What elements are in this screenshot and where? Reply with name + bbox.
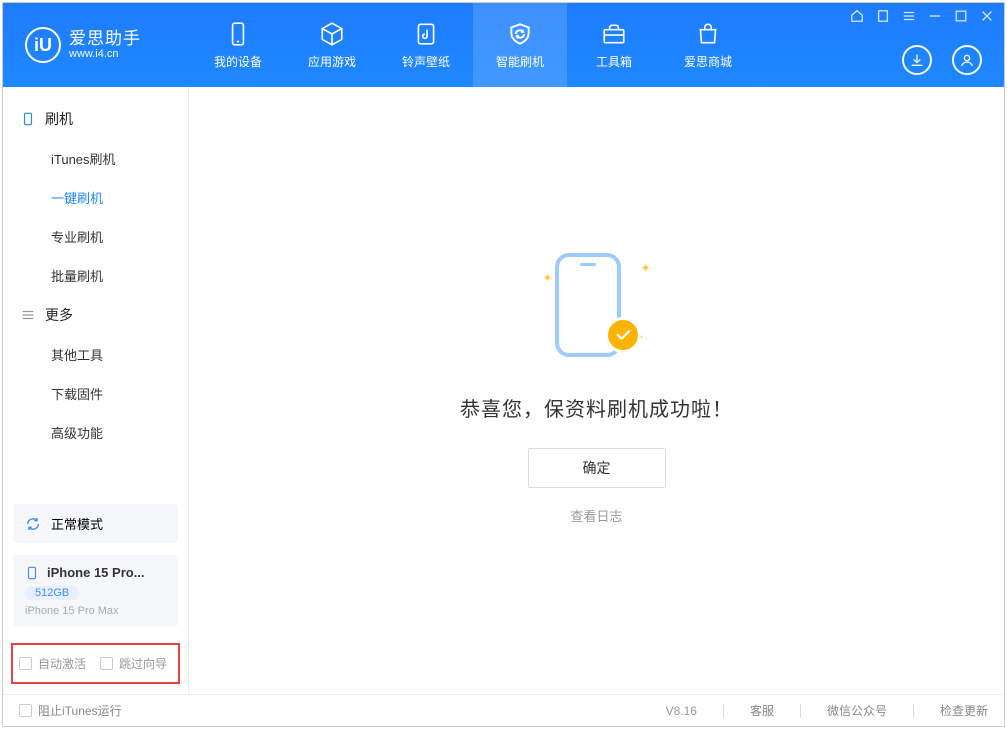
sidebar-section-more: 更多 其他工具 下载固件 高级功能 bbox=[3, 295, 188, 452]
nav-store[interactable]: 爱思商城 bbox=[661, 3, 755, 87]
app-url: www.i4.cn bbox=[69, 48, 141, 60]
checkbox-skip-wizard[interactable]: 跳过向导 bbox=[100, 655, 167, 672]
maximize-icon[interactable] bbox=[954, 9, 968, 23]
device-mode-card[interactable]: 正常模式 bbox=[13, 504, 178, 543]
wechat-link[interactable]: 微信公众号 bbox=[827, 702, 887, 719]
nav-my-device[interactable]: 我的设备 bbox=[191, 3, 285, 87]
toolbox-icon bbox=[601, 21, 627, 47]
sidebar-item-batch-flash[interactable]: 批量刷机 bbox=[3, 256, 188, 295]
device-card[interactable]: iPhone 15 Pro... 512GB iPhone 15 Pro Max bbox=[13, 555, 178, 627]
success-check-icon bbox=[605, 317, 641, 353]
header-tools bbox=[902, 45, 982, 75]
nav-ringtones-wallpapers[interactable]: 铃声壁纸 bbox=[379, 3, 473, 87]
device-icon bbox=[21, 112, 35, 126]
sidebar-head-flash[interactable]: 刷机 bbox=[3, 99, 188, 139]
status-title: 恭喜您，保资料刷机成功啦！ bbox=[460, 393, 733, 422]
app-name: 爱思助手 bbox=[69, 30, 141, 49]
sparkle-icon: ✦ bbox=[640, 261, 650, 275]
sidebar-item-other-tools[interactable]: 其他工具 bbox=[3, 335, 188, 374]
phone-icon bbox=[225, 21, 251, 47]
logo: iU 爱思助手 www.i4.cn bbox=[3, 3, 191, 87]
cube-icon bbox=[319, 21, 345, 47]
sidebar: 刷机 iTunes刷机 一键刷机 专业刷机 批量刷机 更多 其他工具 下载固件 … bbox=[3, 87, 189, 694]
nav-toolbox[interactable]: 工具箱 bbox=[567, 3, 661, 87]
checkbox-block-itunes[interactable]: 阻止iTunes运行 bbox=[19, 702, 122, 719]
logo-icon: iU bbox=[25, 27, 61, 63]
support-link[interactable]: 客服 bbox=[750, 702, 774, 719]
version-label: V8.16 bbox=[666, 704, 697, 718]
device-name: iPhone 15 Pro... bbox=[47, 565, 145, 580]
success-illustration: ✦ ✦ • bbox=[537, 247, 657, 367]
phone-icon bbox=[25, 566, 39, 580]
checkbox-label: 自动激活 bbox=[38, 655, 86, 672]
feedback-icon[interactable] bbox=[850, 9, 864, 23]
close-icon[interactable] bbox=[980, 9, 994, 23]
sidebar-head-label: 更多 bbox=[45, 305, 73, 325]
nav-smart-flash[interactable]: 智能刷机 bbox=[473, 3, 567, 87]
download-manager-button[interactable] bbox=[902, 45, 932, 75]
refresh-shield-icon bbox=[507, 21, 533, 47]
refresh-icon bbox=[25, 516, 41, 532]
device-mode-label: 正常模式 bbox=[51, 514, 103, 533]
flash-options-highlight: 自动激活 跳过向导 bbox=[11, 643, 180, 684]
device-full-name: iPhone 15 Pro Max bbox=[25, 605, 166, 617]
checkbox-label: 跳过向导 bbox=[119, 655, 167, 672]
shopping-bag-icon bbox=[695, 21, 721, 47]
view-log-link[interactable]: 查看日志 bbox=[570, 506, 622, 525]
sparkle-icon: ✦ bbox=[543, 271, 553, 285]
sidebar-section-flash: 刷机 iTunes刷机 一键刷机 专业刷机 批量刷机 bbox=[3, 99, 188, 295]
checkbox-icon bbox=[19, 657, 32, 670]
music-note-icon bbox=[413, 21, 439, 47]
main-nav: 我的设备 应用游戏 铃声壁纸 智能刷机 工具箱 爱思商城 bbox=[191, 3, 755, 87]
pin-icon[interactable] bbox=[876, 9, 890, 23]
checkbox-icon bbox=[19, 704, 32, 717]
content-area: ✦ ✦ • 恭喜您，保资料刷机成功啦！ 确定 查看日志 bbox=[189, 87, 1004, 694]
confirm-button[interactable]: 确定 bbox=[528, 448, 666, 488]
list-icon bbox=[21, 308, 35, 322]
divider bbox=[800, 704, 801, 718]
sidebar-item-oneclick-flash[interactable]: 一键刷机 bbox=[3, 178, 188, 217]
sidebar-item-pro-flash[interactable]: 专业刷机 bbox=[3, 217, 188, 256]
divider bbox=[723, 704, 724, 718]
window-controls bbox=[850, 9, 994, 23]
footer: 阻止iTunes运行 V8.16 客服 微信公众号 检查更新 bbox=[3, 694, 1004, 726]
checkbox-auto-activate[interactable]: 自动激活 bbox=[19, 655, 86, 672]
sidebar-item-itunes-flash[interactable]: iTunes刷机 bbox=[3, 139, 188, 178]
sidebar-head-more[interactable]: 更多 bbox=[3, 295, 188, 335]
nav-apps-games[interactable]: 应用游戏 bbox=[285, 3, 379, 87]
header: iU 爱思助手 www.i4.cn 我的设备 应用游戏 铃声壁纸 智能刷机 bbox=[3, 3, 1004, 87]
check-update-link[interactable]: 检查更新 bbox=[940, 702, 988, 719]
menu-icon[interactable] bbox=[902, 9, 916, 23]
checkbox-label: 阻止iTunes运行 bbox=[38, 702, 122, 719]
storage-badge: 512GB bbox=[25, 586, 79, 600]
sidebar-head-label: 刷机 bbox=[45, 109, 73, 129]
sidebar-item-download-firmware[interactable]: 下载固件 bbox=[3, 374, 188, 413]
minimize-icon[interactable] bbox=[928, 9, 942, 23]
divider bbox=[913, 704, 914, 718]
account-button[interactable] bbox=[952, 45, 982, 75]
checkbox-icon bbox=[100, 657, 113, 670]
sidebar-item-advanced[interactable]: 高级功能 bbox=[3, 413, 188, 452]
